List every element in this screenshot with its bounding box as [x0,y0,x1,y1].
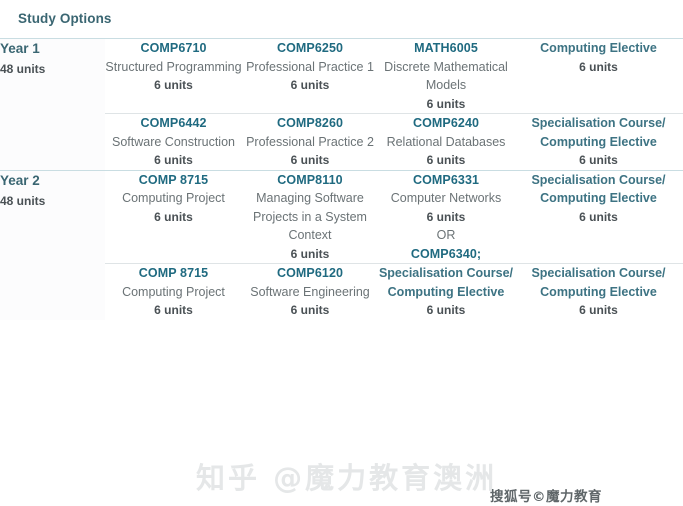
course-units: 6 units [579,209,618,224]
course-units: 6 units [426,96,466,111]
table-row: COMP 8715 Computing Project 6 units COMP… [0,263,683,320]
elective-label: Specialisation Course/ Computing Electiv… [378,266,514,299]
course-units: 6 units [290,78,330,92]
elective-cell[interactable]: Specialisation Course/ Computing Electiv… [514,169,683,264]
watermark-primary: 知乎 @魔力教育澳洲 [196,461,498,495]
course-cell[interactable]: COMP6442 Software Construction 6 units [105,113,242,170]
course-units: 6 units [290,246,330,261]
course-units: 6 units [290,303,330,317]
course-cell[interactable]: MATH6005 Discrete Mathematical Models 6 … [378,38,514,114]
course-cell[interactable]: COMP6240 Relational Databases 6 units [378,113,514,170]
elective-label: Computing Elective [540,41,657,55]
course-title: Professional Practice 2 [246,134,374,149]
watermark-secondary: 搜狐号©魔力教育 [490,489,602,505]
course-cell[interactable]: COMP6250 Professional Practice 1 6 units [242,38,378,114]
course-code[interactable]: COMP8260 [242,114,378,133]
course-units: 6 units [426,153,466,167]
course-code[interactable]: COMP6331 [378,171,514,190]
course-units: 6 units [154,209,193,224]
course-title: Structured Programming [105,59,242,74]
course-title: Computing Project [122,191,225,205]
year-units: 48 units [0,193,46,208]
course-code[interactable]: COMP 8715 [105,171,242,190]
course-cell[interactable]: COMP8260 Professional Practice 2 6 units [242,113,378,170]
course-code-alternate[interactable]: COMP6340; [378,245,514,264]
year-cell: Year 1 48 units [0,38,105,114]
course-title: Computing Project [122,284,225,299]
year-cell-empty [0,113,105,170]
table-row: Year 2 48 units COMP 8715 Computing Proj… [0,169,683,264]
course-cell[interactable]: COMP6120 Software Engineering 6 units [242,263,378,320]
course-units: 6 units [154,153,193,167]
course-title: Relational Databases [386,134,506,149]
course-code[interactable]: COMP6442 [105,114,242,133]
course-or-separator: OR [436,228,456,242]
elective-label: Specialisation Course/ Computing Electiv… [531,266,666,299]
year-cell-empty [0,263,105,320]
elective-label: Specialisation Course/ Computing Electiv… [531,172,666,206]
course-units: 6 units [426,303,466,317]
course-units: 6 units [426,209,466,224]
course-title: Software Construction [112,134,235,149]
course-units: 6 units [579,153,618,167]
course-units: 6 units [579,303,618,317]
elective-cell[interactable]: Computing Elective 6 units [514,38,683,114]
course-title: Discrete Mathematical Models [384,59,508,93]
elective-label: Specialisation Course/ Computing Electiv… [531,116,666,149]
course-units: 6 units [154,303,193,317]
year-cell: Year 2 48 units [0,169,105,264]
table-row: Year 1 48 units COMP6710 Structured Prog… [0,38,683,114]
course-code[interactable]: COMP6120 [242,264,378,283]
course-cell[interactable]: COMP6710 Structured Programming 6 units [105,38,242,114]
year-units: 48 units [0,62,46,76]
course-cell[interactable]: COMP 8715 Computing Project 6 units [105,169,242,264]
course-code[interactable]: COMP8110 [242,171,378,190]
course-cell[interactable]: COMP6331 Computer Networks 6 units OR CO… [378,169,514,264]
year-label: Year 2 [0,172,40,188]
course-title: Professional Practice 1 [246,59,374,74]
course-code[interactable]: COMP6710 [105,39,242,58]
year-label: Year 1 [0,41,40,56]
page-title: Study Options [18,11,112,26]
course-units: 6 units [579,59,618,74]
course-cell[interactable]: COMP 8715 Computing Project 6 units [105,263,242,320]
course-title: Managing Software Projects in a System C… [253,191,367,242]
course-code[interactable]: COMP 8715 [105,264,242,283]
table-row: COMP6442 Software Construction 6 units C… [0,113,683,170]
course-cell[interactable]: COMP8110 Managing Software Projects in a… [242,169,378,264]
study-options-table: Year 1 48 units COMP6710 Structured Prog… [0,38,683,320]
course-code[interactable]: COMP6250 [242,39,378,58]
course-units: 6 units [154,78,193,92]
elective-cell[interactable]: Specialisation Course/ Computing Electiv… [378,263,514,320]
course-code[interactable]: COMP6240 [378,114,514,133]
course-title: Computer Networks [390,191,502,205]
elective-cell[interactable]: Specialisation Course/ Computing Electiv… [514,113,683,170]
course-code[interactable]: MATH6005 [378,39,514,58]
course-units: 6 units [290,153,330,167]
elective-cell[interactable]: Specialisation Course/ Computing Electiv… [514,263,683,320]
course-title: Software Engineering [250,284,370,299]
